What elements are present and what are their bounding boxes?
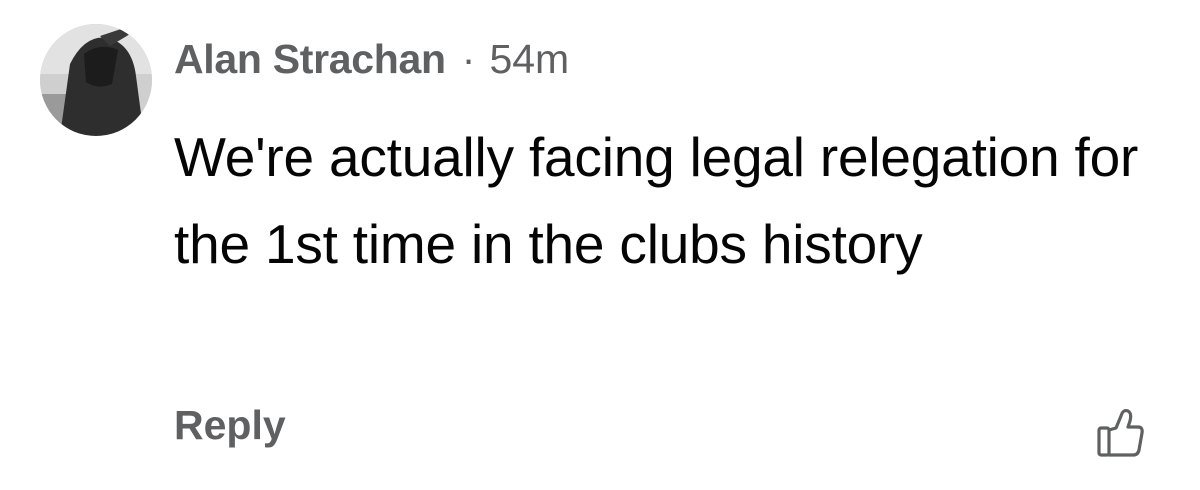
separator-dot: · — [461, 36, 476, 82]
thumbs-up-icon — [1097, 408, 1144, 457]
comment-header: Alan Strachan · 54m — [174, 36, 569, 88]
timestamp[interactable]: 54m — [489, 36, 569, 83]
comment: Alan Strachan · 54m We're actually facin… — [0, 0, 1200, 490]
avatar[interactable] — [40, 24, 152, 136]
like-button[interactable] — [1096, 406, 1146, 458]
comment-text: We're actually facing legal relegation f… — [174, 126, 1139, 275]
reply-button[interactable]: Reply — [174, 402, 286, 449]
avatar-image — [40, 24, 152, 136]
author-name[interactable]: Alan Strachan — [174, 36, 446, 83]
